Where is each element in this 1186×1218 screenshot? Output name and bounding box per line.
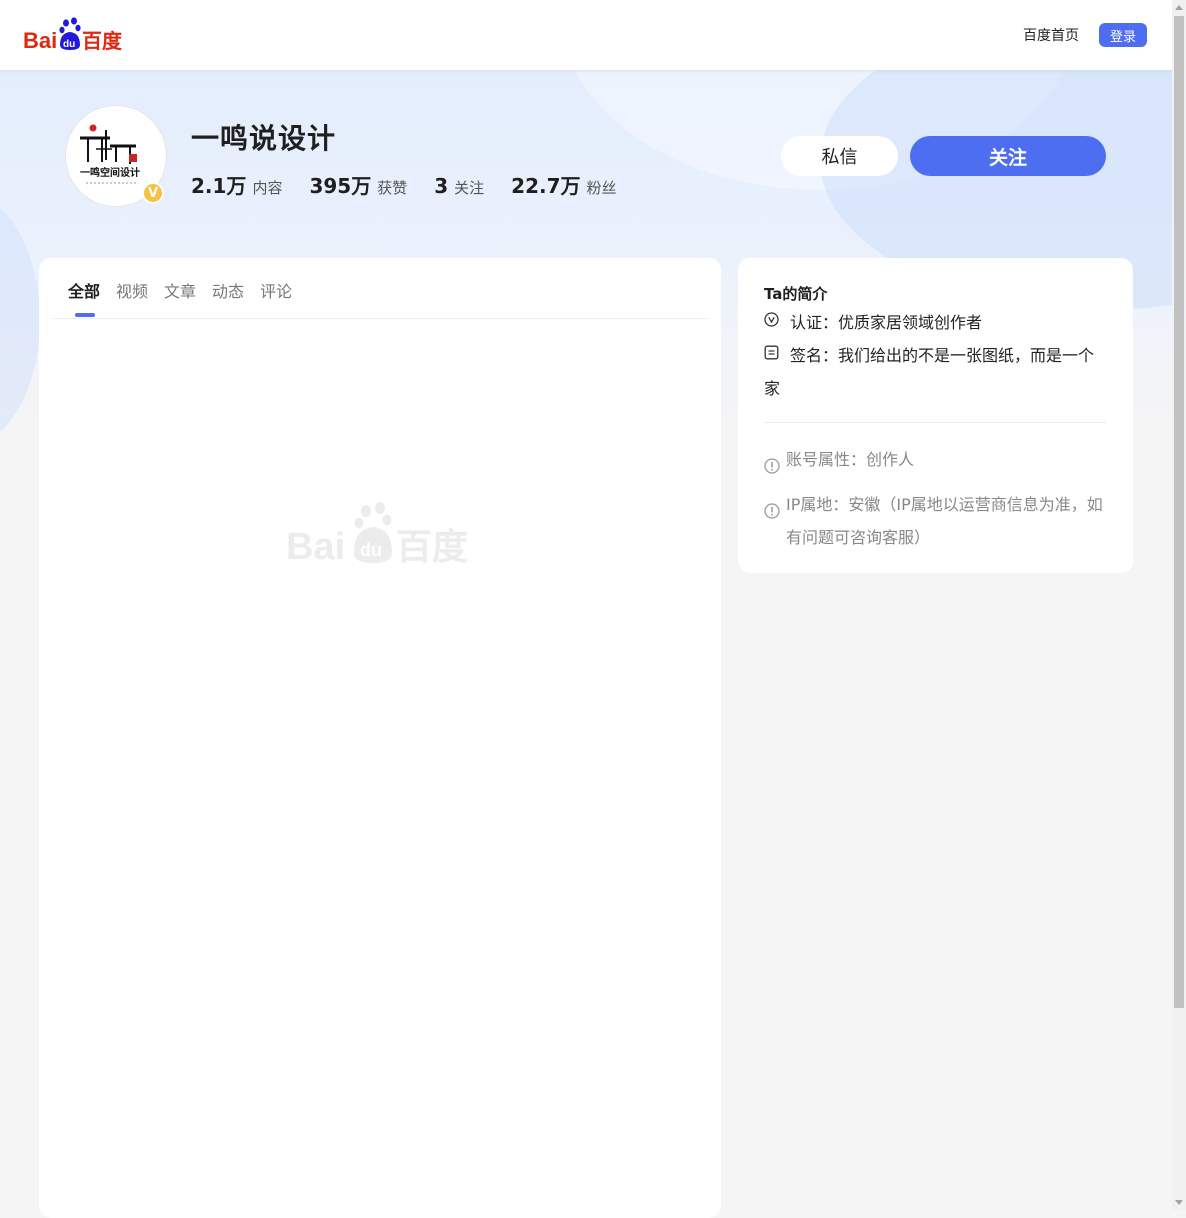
note-icon [764,339,779,371]
stat-likes: 395万 获赞 [309,170,407,199]
svg-text:du: du [63,39,75,50]
page-scrollbar[interactable] [1172,0,1186,1210]
stat-label: 内容 [252,179,283,197]
tab-all[interactable]: 全部 [68,278,100,308]
login-button[interactable]: 登录 [1099,23,1147,47]
account-type-row: 账号属性：创作人 [764,443,1106,485]
scroll-up-arrow-icon[interactable] [1175,5,1183,10]
info-icon [764,497,780,554]
certification-text: 认证：优质家居领域创作者 [790,313,983,332]
profile-intro-card: Ta的简介 认证：优质家居领域创作者 签名：我们给出的不是一张图纸，而是一个家 … [738,258,1133,573]
verified-badge-icon: V [142,182,164,204]
stat-number: 395万 [309,174,372,198]
stat-followers[interactable]: 22.7万 粉丝 [511,170,616,199]
baidu-placeholder-icon: Bai du 百度 [286,502,468,568]
account-type-text: 账号属性：创作人 [786,450,915,469]
ip-location-row: IP属地：安徽（IP属地以运营商信息为准，如有问题可咨询客服） [764,488,1106,554]
stat-content[interactable]: 2.1万 内容 [191,170,282,199]
scrollbar-thumb[interactable] [1174,16,1184,1008]
stat-label: 获赞 [377,179,408,197]
content-tabs: 全部 视频 文章 动态 评论 [68,278,308,308]
profile-name: 一鸣说设计 [191,122,337,155]
svg-text:du: du [360,540,382,560]
verified-circle-icon [764,306,779,338]
profile-stats: 2.1万 内容 395万 获赞 3 关注 22.7万 粉丝 [191,170,644,199]
stat-number: 3 [434,174,449,198]
stat-following[interactable]: 3 关注 [434,174,484,198]
tab-article[interactable]: 文章 [164,278,196,308]
ip-location-text: IP属地：安徽（IP属地以运营商信息为准，如有问题可咨询客服） [786,495,1103,547]
svg-text:百度: 百度 [82,29,123,53]
certification-row: 认证：优质家居领域创作者 [764,307,982,340]
signature-row: 签名：我们给出的不是一张图纸，而是一个家 [764,340,1109,405]
active-tab-indicator [75,313,95,317]
intro-divider [764,422,1106,423]
loading-placeholder-logo: Bai du 百度 [286,501,474,569]
svg-text:Bai: Bai [286,526,345,565]
tabs-divider [53,318,709,319]
tab-comment[interactable]: 评论 [260,278,292,308]
content-panel: 全部 视频 文章 动态 评论 Bai du 百度 [39,258,721,1218]
svg-text:百度: 百度 [396,527,468,565]
svg-text:Bai: Bai [23,28,57,53]
intro-title: Ta的简介 [764,285,828,303]
avatar[interactable]: 一鸣空间设计 V [65,105,167,207]
top-header: Bai du 百度 百度首页 登录 [0,0,1172,70]
tab-dynamic[interactable]: 动态 [212,278,244,308]
stat-label: 粉丝 [586,179,617,197]
baidu-logo[interactable]: Bai du 百度 [22,17,128,53]
info-icon [764,452,780,485]
baidu-logo-icon: Bai du 百度 [23,17,123,53]
follow-button[interactable]: 关注 [910,136,1106,176]
private-message-button[interactable]: 私信 [781,136,898,176]
svg-text:一鸣空间设计: 一鸣空间设计 [80,166,140,179]
baidu-home-link[interactable]: 百度首页 [1023,25,1079,45]
stat-label: 关注 [454,179,485,197]
scroll-down-arrow-icon[interactable] [1175,1200,1183,1205]
tab-video[interactable]: 视频 [116,278,148,308]
hero-decoration [0,190,40,430]
stat-number: 2.1万 [191,174,247,198]
signature-text: 签名：我们给出的不是一张图纸，而是一个家 [764,346,1095,398]
stat-number: 22.7万 [511,174,581,198]
